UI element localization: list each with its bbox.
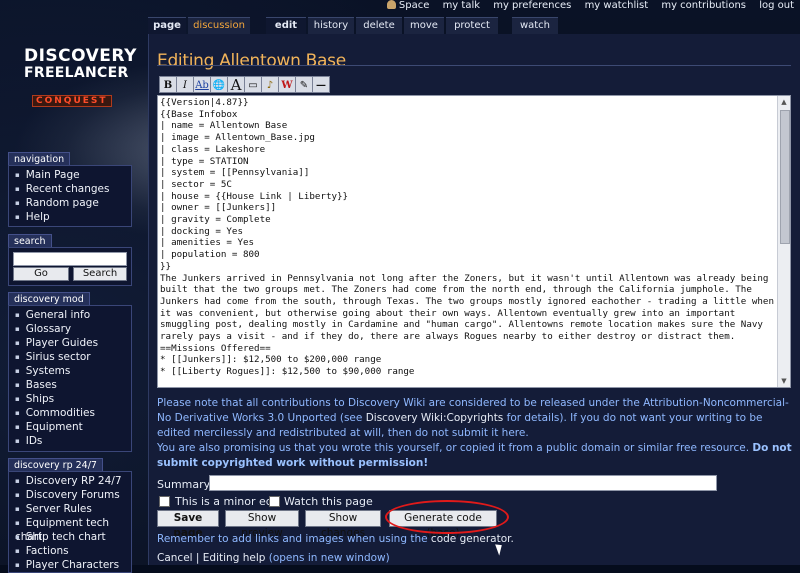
rp-ship-tech-chart[interactable]: Ship tech chart [15,530,131,544]
show-changes-button[interactable]: Show changes [305,510,381,539]
tab-watch[interactable]: watch [512,17,558,34]
minor-edit-label[interactable]: This is a minor edit [175,495,280,508]
mod-ships[interactable]: Ships [15,392,131,406]
my-contributions-link[interactable]: my contributions [661,0,746,11]
footer-separator: | [192,552,203,564]
media-icon[interactable]: ♪ [261,76,279,93]
cancel-link[interactable]: Cancel [157,552,193,564]
editor-scrollbar[interactable]: ▲ ▼ [777,96,790,387]
logo-line-1: DISCOVERY [24,46,137,66]
edit-footer: Cancel | Editing help (opens in new wind… [157,552,390,564]
nav-help[interactable]: Help [15,210,131,224]
summary-label: Summary: [157,478,214,491]
nav-main-page[interactable]: Main Page [15,168,131,182]
notice-text-2: You are also promising us that you wrote… [157,442,753,454]
search-input[interactable] [13,252,127,266]
mod-general-info[interactable]: General info [15,308,131,322]
my-watchlist-link[interactable]: my watchlist [585,0,649,11]
scroll-down-icon[interactable]: ▼ [778,375,790,387]
title-divider [157,65,791,66]
nowiki-icon[interactable]: W [278,76,296,93]
rp-server-rules[interactable]: Server Rules [15,502,131,516]
editing-help-link[interactable]: Editing help [203,552,266,564]
mod-sirius-sector[interactable]: Sirius sector [15,350,131,364]
tab-edit[interactable]: edit [266,17,306,34]
tab-discussion[interactable]: discussion [188,17,250,34]
highlight-circle [385,500,509,534]
tab-page[interactable]: page [148,17,186,34]
mod-ids[interactable]: IDs [15,434,131,448]
horizontal-line-icon[interactable]: — [312,76,330,93]
mod-commodities[interactable]: Commodities [15,406,131,420]
content-panel: Editing Allentown Base B I Ab 🌐 A ▭ ♪ W … [148,34,800,565]
rp-player-characters[interactable]: Player Characters [15,558,131,572]
tab-delete[interactable]: delete [356,17,402,34]
my-talk-link[interactable]: my talk [443,0,480,11]
log-out-link[interactable]: log out [759,0,794,11]
rp-factions[interactable]: Factions [15,544,131,558]
bold-button[interactable]: B [159,76,177,93]
logo-line-2: FREELANCER [24,65,129,81]
tab-history[interactable]: history [308,17,354,34]
summary-input[interactable] [209,475,717,491]
tab-protect[interactable]: protect [446,17,498,34]
discovery-mod-portlet: General info Glossary Player Guides Siri… [8,305,132,452]
nav-recent-changes[interactable]: Recent changes [15,182,131,196]
rp-equipment-tech-chart[interactable]: Equipment tech chart [15,516,131,543]
page-title: Editing Allentown Base [157,51,346,72]
minor-edit-checkbox[interactable] [159,496,170,507]
copyrights-link[interactable]: Discovery Wiki:Copyrights [366,412,504,424]
navigation-heading: navigation [8,152,71,166]
globe-icon[interactable]: 🌐 [210,76,228,93]
internal-link-button[interactable]: Ab [193,76,211,93]
editor-text[interactable]: {{Version|4.87}} {{Base Infobox | name =… [158,96,790,378]
user-icon [386,0,396,9]
italic-button[interactable]: I [176,76,194,93]
remember-text: Remember to add links and images when us… [157,533,431,545]
my-preferences-link[interactable]: my preferences [493,0,571,11]
search-portlet: Go Search [8,247,132,286]
logo-line-3: CONQUEST [32,95,112,107]
site-logo[interactable]: DISCOVERY FREELANCER CONQUEST [0,40,140,120]
save-page-button[interactable]: Save page [157,510,219,539]
personal-toolbar: Space my talk my preferences my watchlis… [377,0,794,14]
remember-note: Remember to add links and images when us… [157,533,514,545]
show-preview-button[interactable]: Show preview [225,510,299,539]
search-button[interactable]: Search [73,267,127,281]
mod-systems[interactable]: Systems [15,364,131,378]
wikitext-editor[interactable]: {{Version|4.87}} {{Base Infobox | name =… [157,95,791,388]
copyright-notice: Please note that all contributions to Di… [157,396,795,471]
image-icon[interactable]: ▭ [244,76,262,93]
signature-icon[interactable]: ✎ [295,76,313,93]
go-button[interactable]: Go [13,267,69,281]
mod-player-guides[interactable]: Player Guides [15,336,131,350]
navigation-portlet: Main Page Recent changes Random page Hel… [8,165,132,227]
search-heading: search [8,234,52,248]
headline-button[interactable]: A [227,76,245,94]
watch-page-checkbox[interactable] [269,496,280,507]
discovery-mod-heading: discovery mod [8,292,90,306]
rp-discovery-rp[interactable]: Discovery RP 24/7 [15,474,131,488]
mod-bases[interactable]: Bases [15,378,131,392]
user-link[interactable]: Space [386,0,429,11]
mod-equipment[interactable]: Equipment [15,420,131,434]
discovery-rp-heading: discovery rp 24/7 [8,458,103,472]
rp-discovery-forums[interactable]: Discovery Forums [15,488,131,502]
watch-page-label[interactable]: Watch this page [284,495,373,508]
nav-random-page[interactable]: Random page [15,196,131,210]
discovery-rp-portlet: Discovery RP 24/7 Discovery Forums Serve… [8,471,132,573]
tab-move[interactable]: move [404,17,444,34]
mod-glossary[interactable]: Glossary [15,322,131,336]
scroll-up-icon[interactable]: ▲ [778,96,790,108]
new-window-note: (opens in new window) [265,552,390,564]
scroll-thumb[interactable] [780,110,790,244]
